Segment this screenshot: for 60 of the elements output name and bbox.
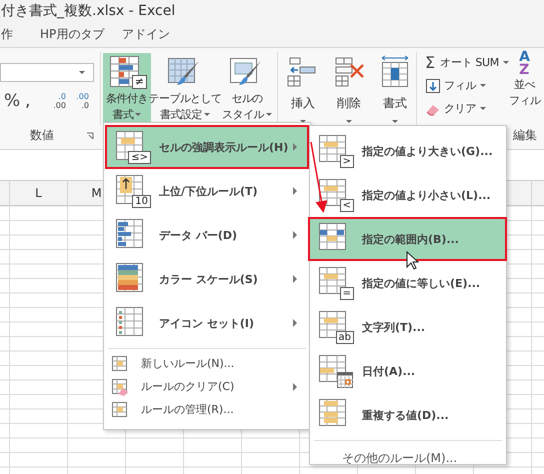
icon-badge: ≤> [128, 151, 151, 164]
icon-badge: = [340, 287, 354, 300]
grid-icon [318, 222, 348, 252]
ribbon-button[interactable]: セルの スタイル [219, 53, 275, 123]
menu-item[interactable]: ルールの管理(R)... [105, 398, 309, 421]
group-label: 数値 [30, 127, 54, 144]
manage-rules-icon [111, 400, 129, 418]
menu-item[interactable]: 10 上位/下位ルール(T) [105, 169, 309, 213]
eraser-icon [111, 378, 129, 396]
icon-badge: < [340, 199, 354, 212]
icon-badge: ab [336, 331, 354, 344]
launcher-icon[interactable] [86, 132, 94, 140]
color-scale-icon [115, 262, 145, 294]
menu-item[interactable]: ab 文字列(T)... [308, 305, 507, 349]
calendar-icon [337, 372, 353, 388]
decimal-button[interactable]: .00 .0 [69, 92, 89, 110]
grid-icon [318, 398, 348, 428]
menu-item[interactable]: その他のルール(M)... [310, 444, 506, 467]
icon-set-icon [115, 306, 145, 338]
window-title: 付き書式_複数.xlsx - Excel [1, 2, 176, 20]
menu-item[interactable]: = 指定の値に等しい(E)... [308, 261, 507, 305]
column-header: L [35, 186, 42, 200]
decimal-button[interactable]: .0 .00 [46, 92, 66, 110]
icon-badge: ≠ [132, 75, 147, 89]
ribbon-button[interactable]: ≠ 条件付き 書式 [103, 53, 151, 123]
menu-item[interactable]: ≤> セルの強調表示ルール(H) [105, 125, 309, 169]
grid-icon [318, 354, 348, 384]
ribbon-button[interactable]: A Z 並べ フィル [509, 48, 540, 109]
menu-item[interactable]: > 指定の値より大きい(G)... [308, 129, 507, 173]
caret-icon [79, 71, 85, 74]
menu-item[interactable]: アイコン セット(I) [105, 301, 309, 345]
ribbon-button[interactable]: 書式 [376, 55, 414, 125]
ribbon-button[interactable]: フィル [425, 76, 509, 95]
group-label: 編集 [513, 127, 537, 144]
ribbon-tab[interactable]: アドイン [122, 26, 170, 43]
menu-item[interactable]: ルールのクリア(C) [105, 375, 309, 398]
menu-item[interactable]: 新しいルール(N)... [105, 352, 309, 375]
fill-down-icon [425, 78, 441, 94]
grid-icon [318, 134, 348, 164]
ribbon-tab[interactable]: HP用のタブ [40, 26, 122, 43]
ribbon-button[interactable]: テーブルとして 書式設定 [151, 53, 219, 123]
menu-item[interactable]: データ バー(D) [105, 213, 309, 257]
grid-icon [318, 266, 348, 296]
menu-item[interactable]: 重複する値(D)... [308, 393, 507, 437]
cursor-icon [406, 251, 420, 271]
menu-item[interactable]: < 指定の値より小さい(L)... [308, 173, 507, 217]
column-header: M [91, 186, 102, 200]
combo-field[interactable] [0, 63, 94, 82]
menu-item[interactable]: 指定の範囲内(B)... [308, 217, 507, 261]
menu-item[interactable]: 日付(A)... [308, 349, 507, 393]
icon-badge: 10 [132, 195, 151, 208]
menu-item[interactable]: カラー スケール(S) [105, 257, 309, 301]
data-bar-icon [115, 218, 145, 250]
ribbon-button[interactable]: Σ オート SUM [425, 53, 509, 72]
number-format-button[interactable]: % [4, 91, 22, 111]
icon-badge: > [340, 155, 354, 168]
new-rule-icon [111, 354, 129, 372]
ribbon-tab[interactable]: 作 [1, 26, 40, 43]
ribbon-button[interactable]: クリア [425, 99, 509, 118]
number-format-button[interactable]: , [25, 91, 43, 111]
